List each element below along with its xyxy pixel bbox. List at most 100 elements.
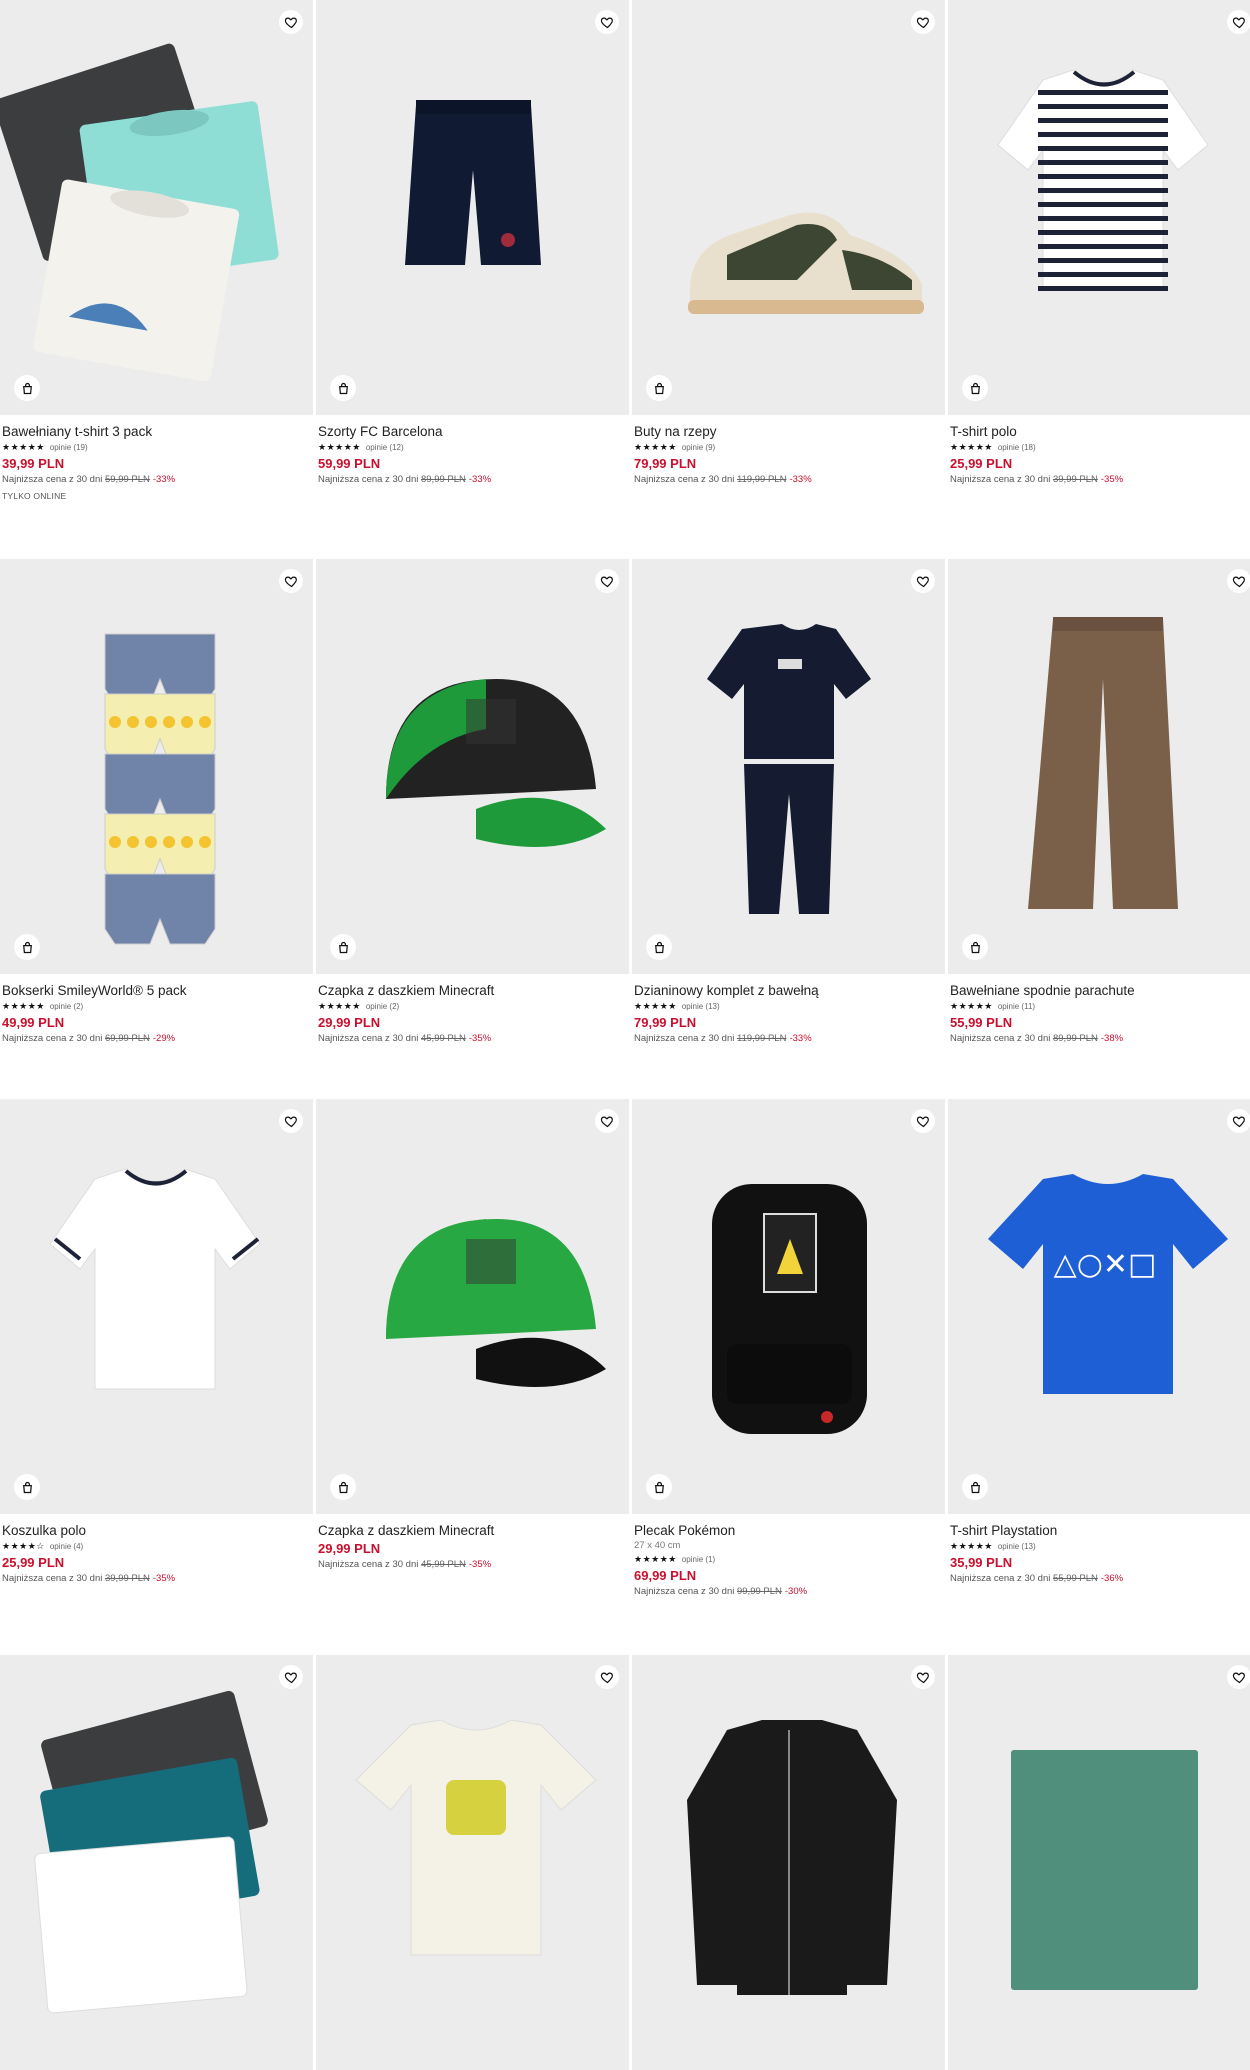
product-name[interactable]: Bawełniany t-shirt 3 pack bbox=[2, 423, 311, 440]
heart-icon[interactable] bbox=[1227, 1109, 1250, 1133]
heart-icon[interactable] bbox=[279, 569, 303, 593]
review-count: opinie (9) bbox=[681, 442, 716, 452]
lowest-price-info: Najniższa cena z 30 dni 69,99 PLN -29% bbox=[2, 1031, 311, 1046]
heart-icon[interactable] bbox=[279, 1109, 303, 1133]
product-card[interactable]: T-shirt polo ★★★★★ opinie (18) 25,99 PLN Naj… bbox=[948, 0, 1250, 487]
product-card[interactable] bbox=[948, 1655, 1250, 2070]
product-image[interactable] bbox=[316, 1099, 629, 1514]
product-size: 27 x 40 cm bbox=[634, 1540, 681, 1551]
product-name[interactable]: Koszulka polo bbox=[2, 1522, 311, 1539]
product-name[interactable]: Buty na rzepy bbox=[634, 423, 943, 440]
product-image[interactable]: △○✕□ bbox=[948, 1099, 1250, 1514]
shopping-bag-icon[interactable] bbox=[330, 1474, 356, 1500]
shopping-bag-icon[interactable] bbox=[962, 375, 988, 401]
shopping-bag-icon[interactable] bbox=[14, 375, 40, 401]
product-image[interactable] bbox=[632, 1099, 945, 1514]
heart-icon[interactable] bbox=[595, 1109, 619, 1133]
discount-badge: -29% bbox=[152, 1033, 176, 1044]
product-name[interactable]: Czapka z daszkiem Minecraft bbox=[318, 1522, 627, 1539]
review-count: opinie (13) bbox=[997, 1541, 1036, 1551]
product-image[interactable] bbox=[632, 559, 945, 974]
product-card[interactable] bbox=[0, 1655, 313, 2070]
product-card[interactable]: Buty na rzepy ★★★★★ opinie (9) 79,99 PLN Naj… bbox=[632, 0, 945, 487]
price: 69,99 PLN bbox=[634, 1568, 697, 1583]
rating: ★★★★★ opinie (13) bbox=[950, 1539, 1250, 1553]
heart-icon[interactable] bbox=[1227, 10, 1250, 34]
product-image[interactable] bbox=[632, 0, 945, 415]
heart-icon[interactable] bbox=[1227, 1665, 1250, 1689]
product-name[interactable]: T-shirt polo bbox=[950, 423, 1250, 440]
product-name[interactable]: Szorty FC Barcelona bbox=[318, 423, 627, 440]
product-name[interactable]: Plecak Pokémon bbox=[634, 1522, 943, 1539]
lowest-price-label: Najniższa cena z 30 dni bbox=[2, 474, 105, 485]
product-card[interactable] bbox=[316, 1655, 629, 2070]
product-image[interactable] bbox=[0, 1099, 313, 1514]
lowest-price-info: Najniższa cena z 30 dni 59,99 PLN -33% bbox=[2, 472, 311, 487]
product-card[interactable]: Bokserki SmileyWorld® 5 pack ★★★★★ opinie … bbox=[0, 559, 313, 1046]
star-rating-icon: ★★★★★ bbox=[634, 1553, 677, 1564]
product-card[interactable]: Dzianinowy komplet z bawełną ★★★★★ opinie … bbox=[632, 559, 945, 1046]
price: 49,99 PLN bbox=[2, 1015, 65, 1030]
shopping-bag-icon[interactable] bbox=[14, 1474, 40, 1500]
heart-icon[interactable] bbox=[911, 10, 935, 34]
heart-icon[interactable] bbox=[911, 1109, 935, 1133]
lowest-price-label: Najniższa cena z 30 dni bbox=[634, 1586, 737, 1597]
discount-badge: -35% bbox=[468, 1559, 492, 1570]
old-price: 119,99 PLN bbox=[736, 1033, 787, 1044]
old-price: 119,99 PLN bbox=[736, 474, 787, 485]
heart-icon[interactable] bbox=[595, 10, 619, 34]
discount-badge: -33% bbox=[152, 474, 176, 485]
product-image[interactable] bbox=[0, 0, 313, 415]
shopping-bag-icon[interactable] bbox=[962, 934, 988, 960]
product-card[interactable]: Szorty FC Barcelona ★★★★★ opinie (12) 59,99… bbox=[316, 0, 629, 487]
product-image[interactable] bbox=[948, 559, 1250, 974]
lowest-price-info: Najniższa cena z 30 dni 89,99 PLN -38% bbox=[950, 1031, 1250, 1046]
product-name[interactable]: Bokserki SmileyWorld® 5 pack bbox=[2, 982, 311, 999]
review-count: opinie (1) bbox=[681, 1554, 716, 1564]
shopping-bag-icon[interactable] bbox=[330, 375, 356, 401]
heart-icon[interactable] bbox=[595, 569, 619, 593]
rating: ★★★★★ opinie (11) bbox=[950, 999, 1250, 1013]
product-name[interactable]: Czapka z daszkiem Minecraft bbox=[318, 982, 627, 999]
shopping-bag-icon[interactable] bbox=[646, 1474, 672, 1500]
old-price: 99,99 PLN bbox=[736, 1586, 782, 1597]
old-price: 59,99 PLN bbox=[104, 474, 150, 485]
price: 39,99 PLN bbox=[2, 456, 65, 471]
rating: ★★★★★ opinie (1) bbox=[634, 1552, 943, 1566]
product-image[interactable] bbox=[0, 1655, 313, 2070]
product-card[interactable]: Koszulka polo ★★★★☆ opinie (4) 25,99 PLN Naj… bbox=[0, 1099, 313, 1586]
shopping-bag-icon[interactable] bbox=[14, 934, 40, 960]
product-image[interactable] bbox=[316, 1655, 629, 2070]
product-image[interactable] bbox=[948, 1655, 1250, 2070]
shopping-bag-icon[interactable] bbox=[962, 1474, 988, 1500]
product-image[interactable] bbox=[0, 559, 313, 974]
product-image[interactable] bbox=[316, 559, 629, 974]
product-image[interactable] bbox=[632, 1655, 945, 2070]
shopping-bag-icon[interactable] bbox=[646, 375, 672, 401]
product-name[interactable]: Dzianinowy komplet z bawełną bbox=[634, 982, 943, 999]
product-name[interactable]: Bawełniane spodnie parachute bbox=[950, 982, 1250, 999]
review-count: opinie (13) bbox=[681, 1001, 720, 1011]
product-image[interactable] bbox=[316, 0, 629, 415]
product-card[interactable]: Bawełniany t-shirt 3 pack ★★★★★ opinie (19… bbox=[0, 0, 313, 501]
lowest-price-label: Najniższa cena z 30 dni bbox=[2, 1573, 105, 1584]
heart-icon[interactable] bbox=[911, 569, 935, 593]
product-card[interactable] bbox=[632, 1655, 945, 2070]
heart-icon[interactable] bbox=[279, 1665, 303, 1689]
heart-icon[interactable] bbox=[1227, 569, 1250, 593]
product-card[interactable]: Plecak Pokémon 27 x 40 cm ★★★★★ opinie (1) 6… bbox=[632, 1099, 945, 1599]
shopping-bag-icon[interactable] bbox=[646, 934, 672, 960]
online-only-tag: TYLKO ONLINE bbox=[2, 491, 67, 501]
product-card[interactable]: Czapka z daszkiem Minecraft ★★★★★ opinie (… bbox=[316, 559, 629, 1046]
product-name[interactable]: T-shirt Playstation bbox=[950, 1522, 1250, 1539]
shopping-bag-icon[interactable] bbox=[330, 934, 356, 960]
product-card[interactable]: Czapka z daszkiem Minecraft 29,99 PLN Najn… bbox=[316, 1099, 629, 1572]
heart-icon[interactable] bbox=[911, 1665, 935, 1689]
lowest-price-info: Najniższa cena z 30 dni 119,99 PLN -33% bbox=[634, 472, 943, 487]
heart-icon[interactable] bbox=[279, 10, 303, 34]
old-price: 45,99 PLN bbox=[420, 1559, 466, 1570]
product-card[interactable]: △○✕□ T-shirt Playstation ★★★★★ opinie (13) 3… bbox=[948, 1099, 1250, 1586]
product-image[interactable] bbox=[948, 0, 1250, 415]
heart-icon[interactable] bbox=[595, 1665, 619, 1689]
product-card[interactable]: Bawełniane spodnie parachute ★★★★★ opinie … bbox=[948, 559, 1250, 1046]
